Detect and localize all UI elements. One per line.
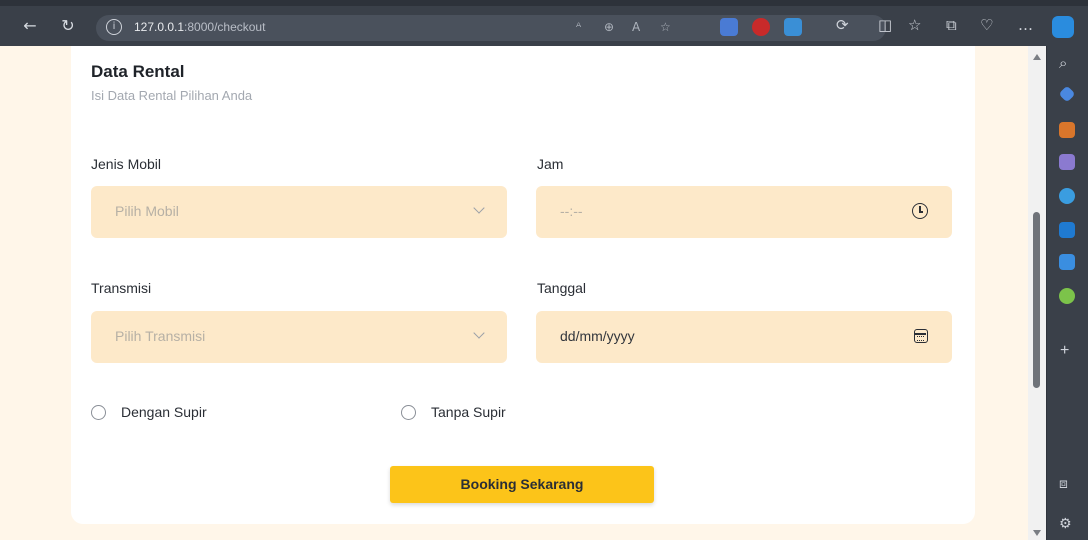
- time-label: Jam: [537, 156, 564, 172]
- copilot-app-icon[interactable]: [1059, 188, 1075, 204]
- form-title: Data Rental: [91, 62, 185, 81]
- date-input[interactable]: dd/mm/yyyy: [536, 311, 952, 363]
- chevron-down-icon: [473, 327, 485, 339]
- favorites-icon[interactable]: ☆: [908, 16, 921, 34]
- settings-gear-icon[interactable]: ⚙: [1059, 516, 1072, 532]
- url-text[interactable]: 127.0.0.1:8000/checkout: [134, 20, 265, 34]
- calendar-icon[interactable]: [914, 329, 928, 343]
- add-icon[interactable]: +: [1060, 342, 1069, 360]
- screenshot-icon[interactable]: ⧈: [1059, 476, 1068, 492]
- briefcase-icon[interactable]: [1059, 122, 1075, 138]
- transmission-select[interactable]: Pilih Transmisi: [91, 311, 507, 363]
- send-icon[interactable]: [1059, 254, 1075, 270]
- zoom-icon[interactable]: ⊕: [604, 20, 614, 34]
- car-type-placeholder: Pilih Mobil: [115, 203, 179, 219]
- time-input[interactable]: --:--: [536, 186, 952, 238]
- rental-form-card: Data Rental Isi Data Rental Pilihan Anda…: [71, 46, 975, 524]
- search-icon[interactable]: ⌕: [1059, 54, 1067, 72]
- extensions-icon[interactable]: ⟳: [836, 16, 849, 34]
- chevron-down-icon: [473, 202, 485, 214]
- tab-strip: [0, 0, 1088, 6]
- car-type-select[interactable]: Pilih Mobil: [91, 186, 507, 238]
- performance-icon[interactable]: ♡: [980, 16, 993, 34]
- ellipsis-icon[interactable]: …: [1018, 16, 1033, 34]
- radio-without-driver-label: Tanpa Supir: [431, 404, 506, 420]
- transmission-label: Transmisi: [91, 280, 152, 296]
- car-type-label: Jenis Mobil: [91, 156, 162, 172]
- scroll-thumb[interactable]: [1033, 212, 1040, 388]
- outlook-icon[interactable]: [1059, 222, 1075, 238]
- radio-circle[interactable]: [91, 404, 106, 420]
- scroll-down-arrow-icon[interactable]: [1033, 530, 1041, 536]
- transmission-placeholder: Pilih Transmisi: [115, 328, 206, 344]
- time-placeholder: --:--: [560, 203, 583, 219]
- page-viewport: Data Rental Isi Data Rental Pilihan Anda…: [0, 46, 1028, 540]
- radio-without-driver[interactable]: Tanpa Supir: [401, 404, 506, 420]
- date-value: dd/mm/yyyy: [560, 328, 635, 344]
- adblock-extension-icon[interactable]: [752, 18, 770, 36]
- date-label: Tanggal: [537, 280, 587, 296]
- tag-icon[interactable]: [1058, 85, 1076, 103]
- browser-sidebar: ⌕ + ⧈ ⚙: [1046, 46, 1088, 540]
- copilot-icon[interactable]: [1052, 16, 1074, 38]
- radio-circle[interactable]: [401, 404, 416, 420]
- tree-icon[interactable]: [1059, 288, 1075, 304]
- browser-toolbar: ← ↻ i 127.0.0.1:8000/checkout ᴬ ⊕ A ☆ ⟳ …: [0, 0, 1088, 46]
- read-aloud-icon[interactable]: ᴬ: [576, 20, 581, 34]
- scroll-up-arrow-icon[interactable]: [1033, 54, 1041, 60]
- translate-extension-icon[interactable]: [720, 18, 738, 36]
- text-size-icon[interactable]: A: [632, 20, 640, 34]
- split-screen-icon[interactable]: ◫: [878, 16, 892, 34]
- radio-with-driver-label: Dengan Supir: [121, 404, 207, 420]
- games-icon[interactable]: [1059, 154, 1075, 170]
- form-subtitle: Isi Data Rental Pilihan Anda: [91, 88, 253, 103]
- refresh-icon[interactable]: ↻: [58, 16, 78, 36]
- booking-button[interactable]: Booking Sekarang: [390, 466, 654, 503]
- extension-icon[interactable]: [784, 18, 802, 36]
- back-icon[interactable]: ←: [20, 16, 40, 36]
- clock-icon[interactable]: [912, 203, 928, 219]
- page-scrollbar[interactable]: [1028, 46, 1046, 540]
- radio-with-driver[interactable]: Dengan Supir: [91, 404, 207, 420]
- favorite-star-icon[interactable]: ☆: [660, 20, 671, 34]
- site-info-icon[interactable]: i: [106, 19, 122, 35]
- collections-icon[interactable]: ⧉: [946, 16, 957, 34]
